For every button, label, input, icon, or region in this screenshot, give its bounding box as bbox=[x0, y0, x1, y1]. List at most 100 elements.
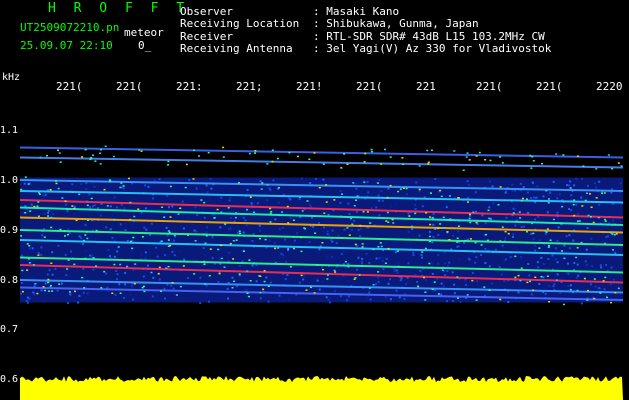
signal-speck bbox=[81, 276, 84, 279]
noise-speck bbox=[129, 293, 132, 296]
noise-speck bbox=[51, 213, 54, 216]
signal-speck bbox=[238, 273, 241, 275]
noise-speck bbox=[543, 243, 546, 246]
signal-speck bbox=[160, 290, 162, 292]
noise-speck bbox=[547, 194, 550, 197]
noise-speck bbox=[547, 258, 550, 260]
noise-speck bbox=[520, 226, 523, 228]
signal-speck bbox=[271, 149, 274, 151]
noise-speck bbox=[183, 258, 186, 261]
signal-speck bbox=[507, 233, 510, 235]
signal-speck bbox=[575, 256, 578, 259]
signal-speck bbox=[483, 286, 486, 288]
noise-speck bbox=[229, 196, 232, 199]
y-tick-label: 1.1 bbox=[0, 125, 19, 136]
noise-speck bbox=[130, 223, 133, 226]
signal-speck bbox=[306, 200, 309, 202]
noise-speck bbox=[514, 224, 517, 227]
signal-speck bbox=[296, 155, 299, 158]
signal-speck bbox=[475, 155, 478, 157]
signal-speck bbox=[582, 165, 585, 167]
signal-speck bbox=[47, 278, 50, 281]
signal-speck bbox=[134, 263, 137, 265]
noise-speck bbox=[65, 274, 68, 277]
signal-speck bbox=[87, 219, 89, 221]
noise-speck bbox=[186, 217, 189, 220]
signal-speck bbox=[24, 176, 27, 178]
signal-speck bbox=[572, 203, 575, 206]
signal-speck bbox=[366, 211, 369, 213]
signal-speck bbox=[99, 152, 102, 154]
signal-speck bbox=[47, 215, 50, 217]
signal-speck bbox=[59, 228, 62, 231]
signal-speck bbox=[350, 217, 353, 220]
noise-speck bbox=[428, 230, 431, 233]
noise-speck bbox=[145, 228, 148, 231]
noise-speck bbox=[323, 226, 325, 229]
noise-speck bbox=[409, 247, 412, 249]
noise-speck bbox=[421, 205, 424, 208]
signal-speck bbox=[224, 223, 227, 225]
noise-speck bbox=[400, 279, 403, 282]
noise-speck bbox=[346, 299, 349, 302]
signal-speck bbox=[343, 153, 346, 155]
signal-speck bbox=[83, 287, 86, 289]
signal-speck bbox=[534, 276, 537, 278]
signal-speck bbox=[580, 241, 583, 244]
signal-speck bbox=[200, 199, 203, 201]
signal-speck bbox=[442, 216, 445, 219]
signal-speck bbox=[333, 199, 336, 201]
signal-speck bbox=[254, 150, 257, 152]
noise-speck bbox=[40, 253, 43, 256]
noise-speck bbox=[572, 239, 575, 242]
noise-speck bbox=[86, 292, 89, 295]
signal-speck bbox=[223, 266, 226, 268]
signal-speck bbox=[130, 240, 132, 243]
noise-speck bbox=[497, 264, 500, 267]
noise-speck bbox=[445, 300, 448, 303]
signal-speck bbox=[429, 240, 431, 243]
amplitude-strip bbox=[20, 376, 623, 400]
noise-speck bbox=[458, 258, 461, 261]
noise-speck bbox=[170, 284, 173, 287]
signal-speck bbox=[369, 222, 372, 224]
noise-speck bbox=[387, 282, 390, 285]
signal-speck bbox=[584, 199, 587, 202]
noise-speck bbox=[432, 223, 435, 226]
signal-speck bbox=[286, 205, 289, 208]
signal-speck bbox=[402, 187, 405, 189]
noise-speck bbox=[541, 224, 543, 227]
noise-speck bbox=[326, 255, 329, 258]
noise-speck bbox=[57, 244, 60, 247]
signal-speck bbox=[424, 247, 427, 250]
signal-speck bbox=[106, 205, 109, 207]
noise-speck bbox=[206, 191, 209, 194]
noise-speck bbox=[340, 252, 343, 255]
noise-speck bbox=[144, 184, 146, 187]
noise-speck bbox=[548, 285, 551, 288]
noise-speck bbox=[50, 211, 53, 213]
signal-speck bbox=[425, 212, 428, 214]
signal-speck bbox=[99, 163, 102, 165]
noise-speck bbox=[348, 295, 350, 298]
signal-speck bbox=[380, 163, 383, 165]
noise-speck bbox=[464, 281, 467, 284]
noise-speck bbox=[242, 231, 245, 234]
noise-speck bbox=[532, 238, 535, 241]
signal-speck bbox=[604, 218, 607, 221]
signal-speck bbox=[160, 240, 163, 242]
signal-speck bbox=[20, 188, 23, 191]
noise-speck bbox=[194, 206, 197, 209]
noise-speck bbox=[431, 272, 434, 275]
signal-speck bbox=[386, 196, 389, 199]
signal-speck bbox=[100, 287, 103, 289]
noise-speck bbox=[551, 254, 554, 257]
date-time: 25.09.07 22:10 bbox=[20, 39, 113, 52]
noise-speck bbox=[315, 177, 317, 180]
signal-speck bbox=[167, 230, 170, 232]
noise-speck bbox=[124, 283, 127, 286]
noise-speck bbox=[82, 243, 84, 246]
noise-speck bbox=[188, 179, 191, 181]
signal-speck bbox=[100, 148, 103, 151]
noise-speck bbox=[236, 232, 239, 234]
